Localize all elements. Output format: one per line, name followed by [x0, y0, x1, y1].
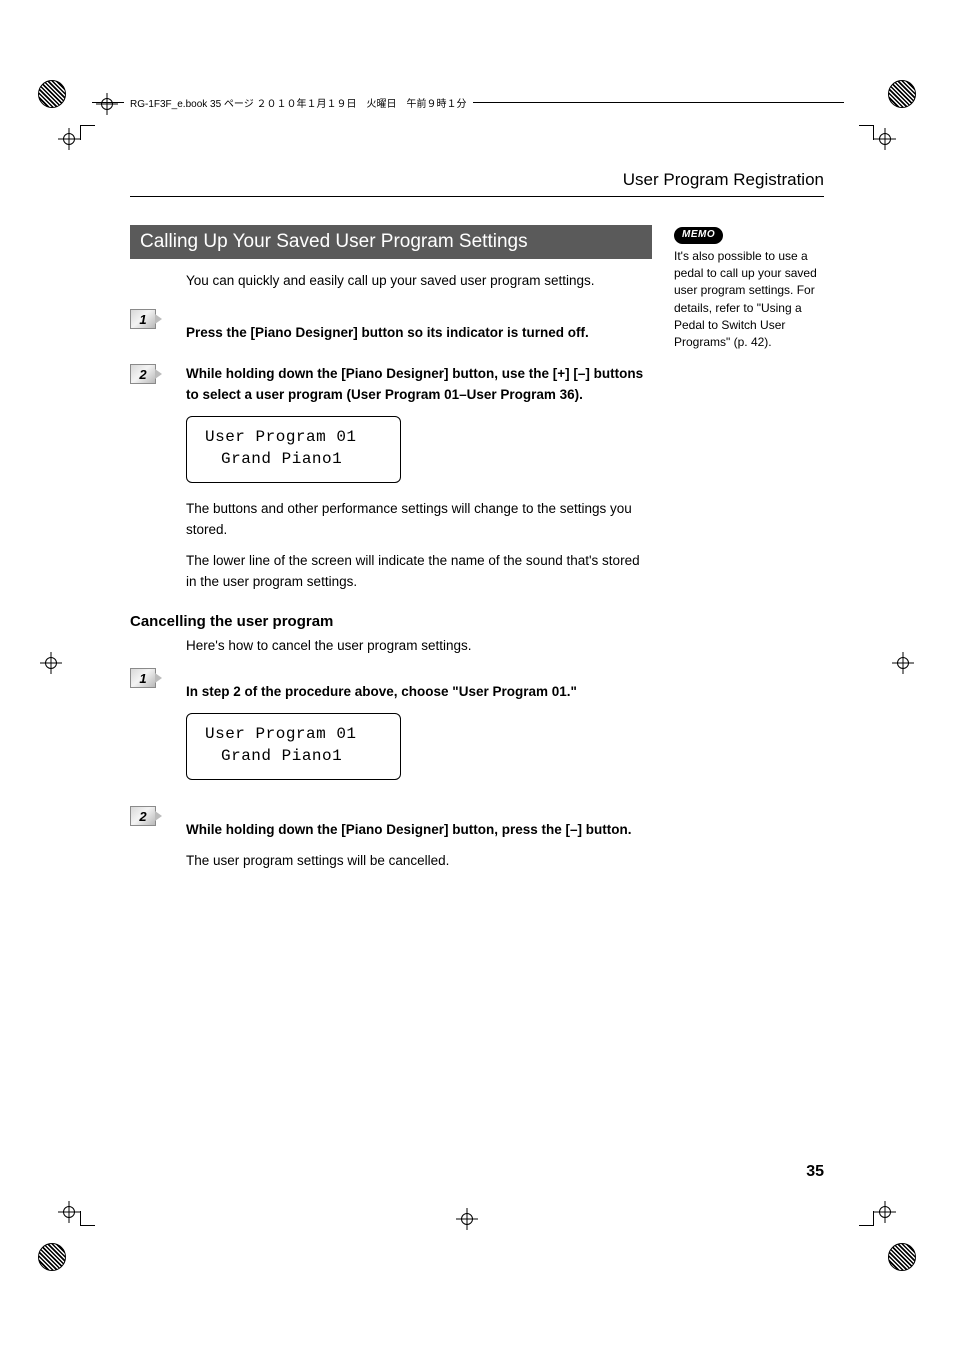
section-intro: You can quickly and easily call up your … [186, 271, 652, 291]
crosshair-icon [58, 128, 80, 150]
step-number-badge: 2 [130, 806, 156, 826]
crop-corner-icon [80, 1211, 95, 1226]
registration-mark-icon [888, 1243, 916, 1271]
file-metadata-text: RG-1F3F_e.book 35 ページ ２０１０年１月１９日 火曜日 午前９… [124, 95, 473, 110]
crosshair-icon [58, 1201, 80, 1223]
registration-mark-icon [38, 1243, 66, 1271]
step-instruction: In step 2 of the procedure above, choose… [186, 682, 652, 703]
crop-corner-icon [859, 1211, 874, 1226]
step-paragraph: The buttons and other performance settin… [186, 499, 652, 541]
registration-mark-icon [888, 80, 916, 108]
memo-text: It's also possible to use a pedal to cal… [674, 248, 824, 352]
subsection-heading: Cancelling the user program [130, 613, 652, 630]
page-header: User Program Registration [130, 170, 824, 197]
step-instruction: While holding down the [Piano Designer] … [186, 820, 652, 841]
step-number-badge: 1 [130, 309, 156, 329]
crosshair-icon [40, 652, 62, 674]
step-paragraph: The user program settings will be cancel… [186, 851, 652, 872]
section-title: Calling Up Your Saved User Program Setti… [130, 225, 652, 259]
step-number-badge: 1 [130, 668, 156, 688]
crosshair-icon [892, 652, 914, 674]
crosshair-icon [874, 128, 896, 150]
crop-corner-icon [859, 125, 874, 140]
page-number: 35 [806, 1163, 824, 1181]
step-paragraph: The lower line of the screen will indica… [186, 551, 652, 593]
crop-corner-icon [80, 125, 95, 140]
lcd-display: User Program 01 Grand Piano1 [186, 713, 401, 780]
step-number-badge: 2 [130, 364, 156, 384]
lcd-line2: Grand Piano1 [205, 746, 382, 768]
subsection-intro: Here's how to cancel the user program se… [186, 636, 652, 656]
memo-badge: MEMO [674, 227, 723, 244]
step-instruction: While holding down the [Piano Designer] … [186, 364, 652, 406]
lcd-line2: Grand Piano1 [205, 449, 382, 471]
file-metadata-bar: RG-1F3F_e.book 35 ページ ２０１０年１月１９日 火曜日 午前９… [92, 88, 844, 116]
crosshair-icon [456, 1208, 478, 1230]
lcd-line1: User Program 01 [205, 427, 382, 449]
lcd-line1: User Program 01 [205, 724, 382, 746]
step-instruction: Press the [Piano Designer] button so its… [186, 323, 652, 344]
lcd-display: User Program 01 Grand Piano1 [186, 416, 401, 483]
registration-mark-icon [38, 80, 66, 108]
crosshair-icon [874, 1201, 896, 1223]
